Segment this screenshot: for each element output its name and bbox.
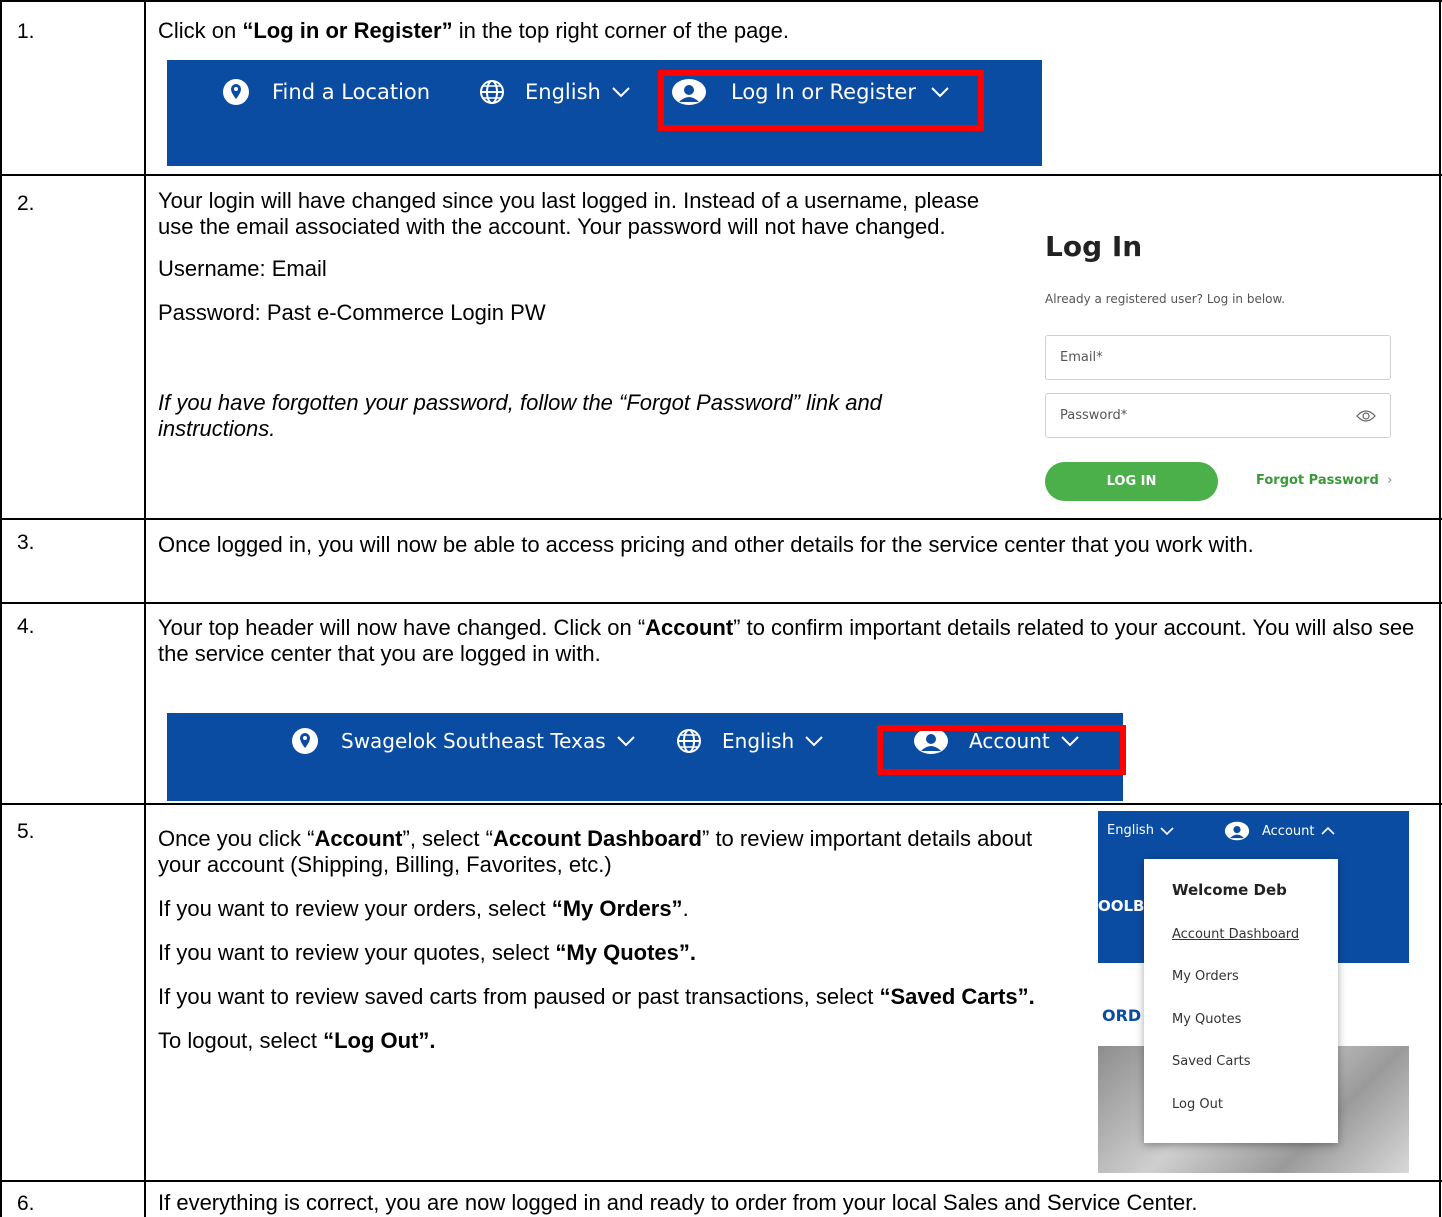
step6-instruction: If everything is correct, you are now lo… (158, 1190, 1198, 1215)
step1-instruction: Click on “Log in or Register” in the top… (158, 18, 789, 43)
row-divider-5 (0, 1180, 1442, 1182)
background-text-fragment: ORD (1102, 1006, 1142, 1025)
row-divider-1 (0, 174, 1442, 176)
find-location-link[interactable]: Find a Location (222, 76, 430, 108)
step2-instructions: Your login will have changed since you l… (158, 188, 988, 442)
chevron-down-icon (1160, 826, 1174, 835)
welcome-message: Welcome Deb (1172, 881, 1287, 899)
service-center-selector[interactable]: Swagelok Southeast Texas (291, 725, 636, 757)
step-number-2: 2. (17, 192, 35, 215)
step4-instruction: Your top header will now have changed. C… (158, 615, 1415, 666)
language-selector[interactable]: English (479, 76, 631, 108)
chevron-down-icon (805, 736, 823, 747)
table-border-top (0, 0, 1442, 2)
globe-icon (480, 80, 504, 104)
password-line: Password: Past e-Commerce Login PW (158, 300, 546, 325)
row-divider-4 (0, 803, 1442, 805)
background-text-fragment: OOLB (1098, 897, 1145, 915)
forgot-password-label: Forgot Password (1256, 473, 1379, 488)
column-divider (144, 0, 146, 1217)
globe-icon (677, 729, 701, 753)
step3-instruction: Once logged in, you will now be able to … (158, 532, 1254, 557)
login-title: Log In (1045, 230, 1143, 263)
menu-item-saved-carts[interactable]: Saved Carts (1172, 1054, 1251, 1069)
find-location-label: Find a Location (272, 80, 431, 104)
chevron-down-icon (616, 736, 635, 747)
account-dropdown-screenshot: OOLB ORD English Account Welcome Deb Acc… (1098, 811, 1409, 1173)
location-pin-icon (292, 728, 318, 754)
email-field[interactable]: Email* (1045, 335, 1391, 380)
forgot-password-note: If you have forgotten your password, fol… (158, 390, 882, 441)
account-label: Account (1262, 823, 1315, 839)
language-selector[interactable]: English (1107, 823, 1174, 838)
language-label: English (722, 729, 795, 753)
step-number-3: 3. (17, 531, 35, 554)
quotes-instruction: If you want to review your quotes, selec… (158, 940, 696, 965)
account-dropdown-menu: Welcome Deb Account Dashboard My Orders … (1144, 859, 1338, 1143)
row-divider-2 (0, 518, 1442, 520)
account-dashboard-instruction: Once you click “Account”, select “Accoun… (158, 826, 1033, 877)
login-button[interactable]: LOG IN (1045, 462, 1218, 501)
eye-icon[interactable] (1356, 409, 1376, 423)
table-border-left (0, 0, 2, 1217)
forgot-password-link[interactable]: Forgot Password › (1256, 473, 1393, 488)
location-pin-icon (223, 79, 249, 105)
table-border-right (1439, 0, 1441, 1217)
language-selector[interactable]: English (676, 725, 824, 757)
password-field[interactable]: Password* (1045, 393, 1391, 438)
saved-carts-instruction: If you want to review saved carts from p… (158, 984, 1035, 1009)
menu-item-my-orders[interactable]: My Orders (1172, 969, 1239, 984)
login-form: Log In Already a registered user? Log in… (1040, 220, 1400, 510)
username-line: Username: Email (158, 256, 327, 281)
chevron-right-icon: › (1387, 473, 1393, 488)
menu-item-my-quotes[interactable]: My Quotes (1172, 1012, 1241, 1027)
menu-item-log-out[interactable]: Log Out (1172, 1097, 1223, 1112)
chevron-up-icon (1320, 826, 1335, 835)
step-number-1: 1. (17, 20, 35, 43)
user-icon (1224, 821, 1250, 841)
step5-instructions: Once you click “Account”, select “Accoun… (158, 826, 1073, 1054)
menu-item-account-dashboard[interactable]: Account Dashboard (1172, 927, 1299, 942)
login-subtitle: Already a registered user? Log in below. (1045, 292, 1286, 306)
password-placeholder: Password* (1060, 408, 1128, 423)
account-menu[interactable]: Account (1224, 821, 1335, 841)
chevron-down-icon (612, 87, 630, 98)
step-number-4: 4. (17, 615, 35, 638)
row-divider-3 (0, 602, 1442, 604)
step-number-5: 5. (17, 820, 35, 843)
highlight-account (877, 725, 1126, 775)
orders-instruction: If you want to review your orders, selec… (158, 896, 689, 921)
highlight-login-register (658, 70, 984, 131)
language-label: English (1107, 823, 1154, 838)
service-center-label: Swagelok Southeast Texas (341, 729, 606, 753)
step-number-6: 6. (17, 1192, 35, 1215)
language-label: English (525, 80, 601, 104)
logout-instruction: To logout, select “Log Out”. (158, 1028, 436, 1053)
step2-paragraph: Your login will have changed since you l… (158, 188, 980, 239)
